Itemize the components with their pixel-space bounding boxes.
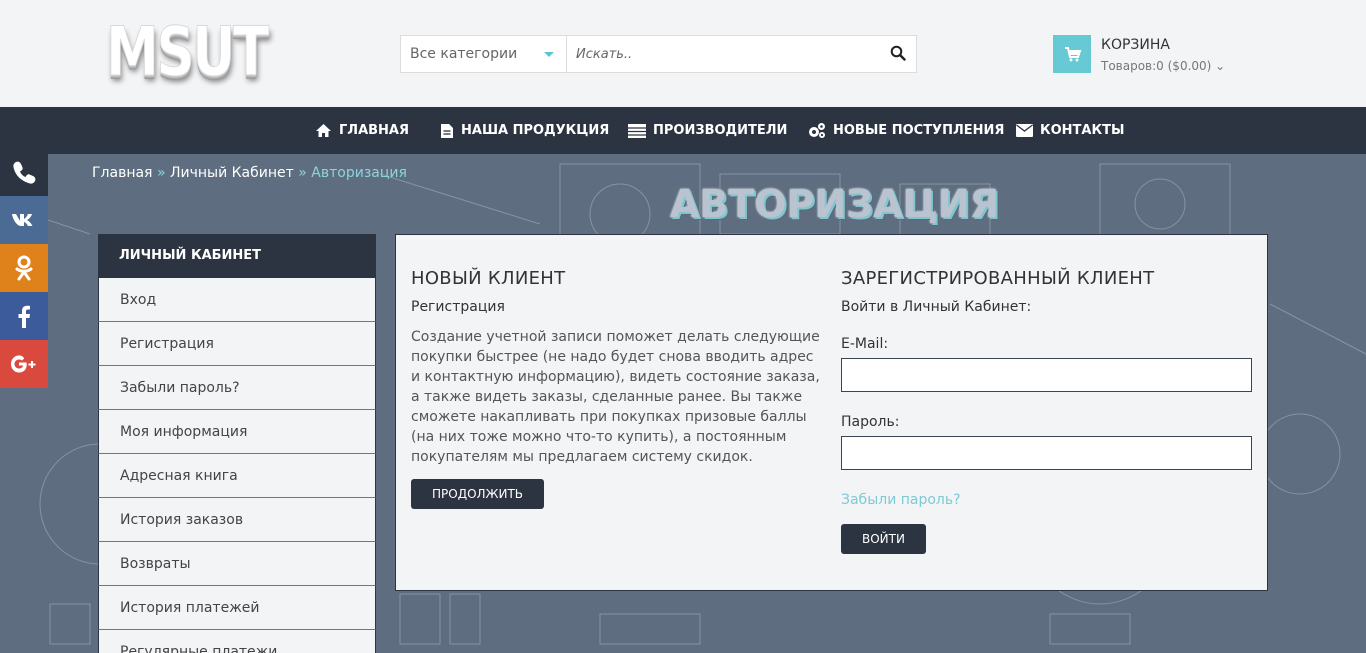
nav-item-label: НАША ПРОДУКЦИЯ <box>461 123 610 138</box>
sidebar-item-returns[interactable]: Возвраты <box>98 542 376 586</box>
new-customer-description: Создание учетной записи поможет делать с… <box>411 329 820 465</box>
login-button[interactable]: ВОЙТИ <box>841 524 926 554</box>
main-nav: ГЛАВНАЯ НАША ПРОДУКЦИЯ ПРОИЗВОДИТЕЛИ НОВ… <box>0 107 1366 154</box>
chevron-down-icon <box>544 52 554 57</box>
facebook-icon <box>18 305 30 328</box>
breadcrumb: Главная » Личный Кабинет » Авторизация <box>92 165 407 181</box>
envelope-icon <box>1016 124 1033 137</box>
nav-item-new-arrivals[interactable]: НОВЫЕ ПОСТУПЛЕНИЯ <box>808 107 1004 154</box>
search-icon <box>890 45 906 61</box>
breadcrumb-current[interactable]: Авторизация <box>311 165 407 181</box>
nav-item-contacts[interactable]: КОНТАКТЫ <box>1016 107 1124 154</box>
breadcrumb-home[interactable]: Главная <box>92 165 152 181</box>
social-vk[interactable] <box>0 196 48 244</box>
sidebar-item-register[interactable]: Регистрация <box>98 322 376 366</box>
social-google-plus[interactable] <box>0 340 48 388</box>
breadcrumb-separator: » <box>298 165 307 181</box>
gears-icon <box>809 123 825 138</box>
cart-summary[interactable]: Товаров:0 ($0.00) ⌄ <box>1101 59 1225 73</box>
cart-widget[interactable]: КОРЗИНА Товаров:0 ($0.00) ⌄ <box>1053 35 1253 75</box>
document-icon <box>441 123 453 138</box>
nav-item-label: НОВЫЕ ПОСТУПЛЕНИЯ <box>833 123 1005 138</box>
header: MSUT Все категории КОРЗИНА Товаров:0 ($0… <box>0 0 1366 107</box>
nav-item-products[interactable]: НАША ПРОДУКЦИЯ <box>440 107 609 154</box>
new-customer-title: НОВЫЙ КЛИЕНТ <box>411 268 566 289</box>
password-label: Пароль: <box>841 414 900 430</box>
logo-text: MSUT <box>106 13 270 93</box>
forgot-password-link[interactable]: Забыли пароль? <box>841 492 1253 508</box>
email-label: E-Mail: <box>841 336 889 352</box>
cart-button[interactable] <box>1053 35 1091 73</box>
page-title: АВТОРИЗАЦИЯ <box>670 182 999 226</box>
chevron-down-icon: ⌄ <box>1215 59 1226 73</box>
nav-item-label: ПРОИЗВОДИТЕЛИ <box>653 123 788 138</box>
sidebar-item-address-book[interactable]: Адресная книга <box>98 454 376 498</box>
search-bar: Все категории <box>400 35 917 73</box>
sidebar-item-login[interactable]: Вход <box>98 278 376 322</box>
search-input[interactable] <box>568 36 880 72</box>
continue-button[interactable]: ПРОДОЛЖИТЬ <box>411 479 545 509</box>
new-customer-section: НОВЫЙ КЛИЕНТ Регистрация Создание учетно… <box>411 268 821 509</box>
nav-item-manufacturers[interactable]: ПРОИЗВОДИТЕЛИ <box>628 107 787 154</box>
category-select[interactable]: Все категории <box>401 36 567 72</box>
search-button[interactable] <box>890 45 908 63</box>
account-sidebar: ЛИЧНЫЙ КАБИНЕТ Вход Регистрация Забыли п… <box>98 234 376 653</box>
sidebar-item-recurring-payments[interactable]: Регулярные платежи <box>98 630 376 653</box>
main-area: Главная » Личный Кабинет » Авторизация А… <box>0 154 1366 653</box>
sidebar-title: ЛИЧНЫЙ КАБИНЕТ <box>98 234 376 278</box>
odnoklassniki-icon <box>15 255 33 281</box>
phone-icon <box>13 161 36 184</box>
social-facebook[interactable] <box>0 292 48 340</box>
google-plus-icon <box>11 355 36 373</box>
nav-item-label: ГЛАВНАЯ <box>339 123 410 138</box>
vk-icon <box>12 214 33 226</box>
breadcrumb-account[interactable]: Личный Кабинет <box>170 165 294 181</box>
returning-customer-title: ЗАРЕГИСТРИРОВАННЫЙ КЛИЕНТ <box>841 268 1155 289</box>
cart-title: КОРЗИНА <box>1101 37 1170 53</box>
sidebar-item-forgot-password[interactable]: Забыли пароль? <box>98 366 376 410</box>
login-panel: НОВЫЙ КЛИЕНТ Регистрация Создание учетно… <box>395 234 1268 591</box>
sidebar-item-my-info[interactable]: Моя информация <box>98 410 376 454</box>
returning-customer-section: ЗАРЕГИСТРИРОВАННЫЙ КЛИЕНТ Войти в Личный… <box>841 268 1253 554</box>
sidebar-item-payment-history[interactable]: История платежей <box>98 586 376 630</box>
cart-icon <box>1065 47 1082 62</box>
social-odnoklassniki[interactable] <box>0 244 48 292</box>
password-field[interactable] <box>841 436 1252 470</box>
nav-item-label: КОНТАКТЫ <box>1040 123 1125 138</box>
email-field[interactable] <box>841 358 1252 392</box>
category-select-value: Все категории <box>410 46 518 62</box>
list-icon <box>628 123 646 138</box>
new-customer-subtitle: Регистрация <box>411 299 505 315</box>
nav-item-home[interactable]: ГЛАВНАЯ <box>315 107 409 154</box>
site-logo[interactable]: MSUT <box>106 8 306 98</box>
home-icon <box>316 124 331 137</box>
cart-summary-text: Товаров:0 ($0.00) <box>1101 59 1212 73</box>
social-bar <box>0 148 48 388</box>
sidebar-item-order-history[interactable]: История заказов <box>98 498 376 542</box>
social-phone[interactable] <box>0 148 48 196</box>
breadcrumb-separator: » <box>156 165 166 181</box>
returning-customer-subtitle: Войти в Личный Кабинет: <box>841 299 1032 315</box>
